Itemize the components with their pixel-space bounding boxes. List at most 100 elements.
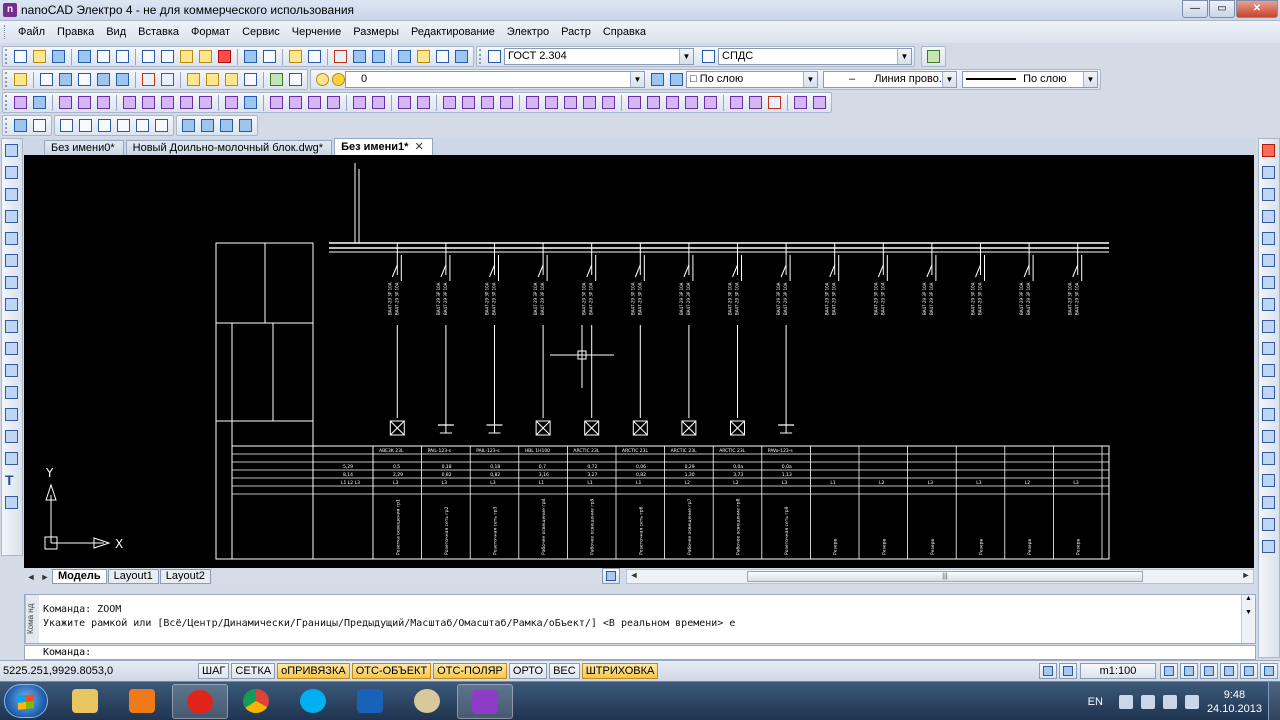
skype-task[interactable] bbox=[286, 684, 342, 719]
no-snap-icon[interactable] bbox=[76, 71, 93, 88]
distance-icon[interactable] bbox=[396, 48, 413, 65]
show-desktop-button[interactable] bbox=[1268, 682, 1280, 720]
outlook-task[interactable] bbox=[343, 684, 399, 719]
move-icon[interactable] bbox=[114, 71, 131, 88]
cut-icon[interactable] bbox=[140, 48, 157, 65]
doc-tab-untitled1[interactable]: Без имени1* ✕ bbox=[334, 138, 433, 155]
tab-next-icon[interactable]: ► bbox=[38, 572, 52, 582]
linetype-select[interactable]: – Линия прово... ▼ bbox=[823, 71, 957, 88]
approve-icon[interactable] bbox=[766, 94, 783, 111]
iso-se-icon[interactable] bbox=[199, 117, 216, 134]
polyline-icon[interactable] bbox=[3, 186, 20, 203]
viewport-icon[interactable] bbox=[1059, 663, 1077, 679]
route-edit-icon[interactable] bbox=[287, 94, 304, 111]
doc-tab-untitled0[interactable]: Без имени0* bbox=[44, 140, 124, 155]
paste-special-icon[interactable] bbox=[197, 48, 214, 65]
open-file-icon[interactable] bbox=[31, 48, 48, 65]
explode-icon[interactable] bbox=[1260, 472, 1277, 489]
menu-draw[interactable]: Черчение bbox=[286, 26, 348, 38]
lamp-icon[interactable] bbox=[159, 94, 176, 111]
publish-icon[interactable] bbox=[76, 48, 93, 65]
toolbar-grip[interactable] bbox=[5, 118, 8, 133]
panel-icon[interactable] bbox=[121, 94, 138, 111]
calc-short-icon[interactable] bbox=[600, 94, 617, 111]
calc-light-icon[interactable] bbox=[543, 94, 560, 111]
label-icon[interactable] bbox=[441, 94, 458, 111]
help-icon[interactable] bbox=[453, 48, 470, 65]
toolbar-grip[interactable] bbox=[479, 49, 482, 64]
iso-sw-icon[interactable] bbox=[180, 117, 197, 134]
layout-list-icon[interactable] bbox=[602, 568, 620, 584]
region-icon[interactable] bbox=[3, 450, 20, 467]
toolbar-grip[interactable] bbox=[5, 95, 8, 110]
toolbar-grip[interactable] bbox=[5, 72, 8, 87]
print-icon[interactable] bbox=[114, 48, 131, 65]
zoom-previous-icon[interactable] bbox=[351, 48, 368, 65]
erase-icon[interactable] bbox=[1260, 142, 1277, 159]
extend-icon[interactable] bbox=[1260, 362, 1277, 379]
circle-icon[interactable] bbox=[3, 274, 20, 291]
validate-icon[interactable] bbox=[747, 94, 764, 111]
schema-table-icon[interactable] bbox=[645, 94, 662, 111]
zoom-icon[interactable] bbox=[1180, 663, 1198, 679]
minimize-button[interactable]: — bbox=[1182, 0, 1208, 18]
trim-icon[interactable] bbox=[1260, 340, 1277, 357]
close-button[interactable]: ✕ bbox=[1236, 0, 1278, 18]
osnap-toggle[interactable]: оПРИВЯЗКА bbox=[277, 663, 350, 679]
zoom-window-status-icon[interactable] bbox=[1200, 663, 1218, 679]
dimension-icon[interactable] bbox=[57, 71, 74, 88]
language-indicator[interactable]: EN bbox=[1088, 696, 1103, 708]
view-back-icon[interactable] bbox=[153, 117, 170, 134]
properties-icon[interactable] bbox=[434, 48, 451, 65]
refresh-view-icon[interactable] bbox=[1260, 538, 1277, 555]
rotate-object-icon[interactable] bbox=[1260, 274, 1277, 291]
color-select[interactable]: □ По слою ▼ bbox=[686, 71, 818, 88]
line-route-icon[interactable] bbox=[268, 94, 285, 111]
view-bottom-icon[interactable] bbox=[77, 117, 94, 134]
scale-object-icon[interactable] bbox=[1260, 296, 1277, 313]
cable-icon[interactable] bbox=[351, 94, 368, 111]
mirror-icon[interactable] bbox=[1260, 186, 1277, 203]
chevron-down-icon[interactable]: ▼ bbox=[679, 49, 693, 64]
copy-object-icon[interactable] bbox=[1260, 164, 1277, 181]
menu-edit[interactable]: Правка bbox=[51, 26, 100, 38]
numbering-icon[interactable] bbox=[498, 94, 515, 111]
dim-style-icon[interactable] bbox=[700, 48, 717, 65]
select-icon[interactable] bbox=[38, 71, 55, 88]
leader-icon[interactable] bbox=[460, 94, 477, 111]
lineweight-toggle[interactable]: ВЕС bbox=[549, 663, 580, 679]
menu-tools[interactable]: Сервис bbox=[236, 26, 286, 38]
chrome-task[interactable] bbox=[229, 684, 285, 719]
rotate-icon[interactable] bbox=[396, 94, 413, 111]
xline-icon[interactable] bbox=[3, 164, 20, 181]
horizontal-scrollbar[interactable]: ◄ ||| ► bbox=[626, 569, 1254, 584]
chevron-down-icon[interactable]: ▼ bbox=[942, 72, 956, 87]
close-tab-icon[interactable]: ✕ bbox=[414, 141, 423, 153]
project-manager-icon[interactable] bbox=[12, 94, 29, 111]
menu-raster[interactable]: Растр bbox=[555, 26, 597, 38]
drawing-canvas[interactable]: ВА47-29 3Р 10А ВА47-29 3Р 10А Розетка осве… bbox=[24, 155, 1254, 568]
line-icon[interactable] bbox=[3, 142, 20, 159]
layer-previous-icon[interactable] bbox=[649, 71, 666, 88]
box-icon[interactable] bbox=[223, 94, 240, 111]
view-right-icon[interactable] bbox=[115, 117, 132, 134]
checklist-icon[interactable] bbox=[728, 94, 745, 111]
clock[interactable]: 9:48 24.10.2013 bbox=[1207, 688, 1262, 716]
model-space-icon[interactable] bbox=[1039, 663, 1057, 679]
tab-model[interactable]: Модель bbox=[52, 569, 107, 584]
ellipse-icon[interactable] bbox=[3, 340, 20, 357]
break-icon[interactable] bbox=[1260, 384, 1277, 401]
chamfer-icon[interactable] bbox=[1260, 428, 1277, 445]
scale-sync-icon[interactable] bbox=[1160, 663, 1178, 679]
table-icon[interactable] bbox=[3, 494, 20, 511]
copy-icon[interactable] bbox=[159, 48, 176, 65]
chevron-down-icon[interactable]: ▼ bbox=[630, 72, 644, 87]
stretch-icon[interactable] bbox=[1260, 318, 1277, 335]
save-icon[interactable] bbox=[50, 48, 67, 65]
opera-task[interactable] bbox=[172, 684, 228, 719]
hatch-icon[interactable] bbox=[3, 428, 20, 445]
attribute-icon[interactable] bbox=[223, 71, 240, 88]
tab-layout1[interactable]: Layout1 bbox=[107, 569, 159, 584]
lightbulb-icon[interactable] bbox=[314, 71, 329, 88]
ortho-toggle[interactable]: ОРТО bbox=[508, 663, 548, 679]
